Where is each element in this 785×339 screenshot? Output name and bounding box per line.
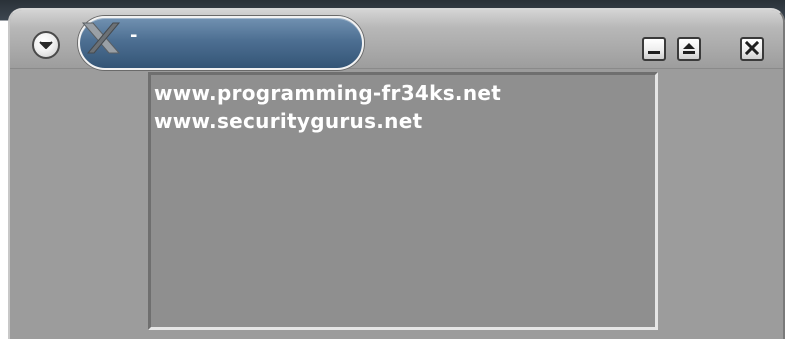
chevron-down-icon bbox=[39, 40, 53, 50]
window-title: - bbox=[130, 25, 138, 46]
x-logo-icon bbox=[80, 21, 122, 59]
minimize-icon bbox=[647, 40, 661, 59]
window-menu-button[interactable] bbox=[32, 31, 60, 59]
text-area[interactable]: www.programming-fr34ks.net www.securityg… bbox=[148, 72, 658, 330]
app-window: - www.programming-fr34ks.net www.securit… bbox=[8, 8, 785, 339]
text-line: www.securitygurus.net bbox=[154, 109, 423, 133]
maximize-button[interactable] bbox=[677, 37, 701, 61]
text-line: www.programming-fr34ks.net bbox=[154, 81, 502, 105]
desktop: - www.programming-fr34ks.net www.securit… bbox=[0, 0, 785, 339]
close-icon bbox=[744, 40, 760, 59]
title-bar[interactable]: - bbox=[10, 10, 783, 70]
close-button[interactable] bbox=[740, 37, 764, 61]
minimize-button[interactable] bbox=[642, 37, 666, 61]
maximize-icon bbox=[682, 40, 696, 59]
